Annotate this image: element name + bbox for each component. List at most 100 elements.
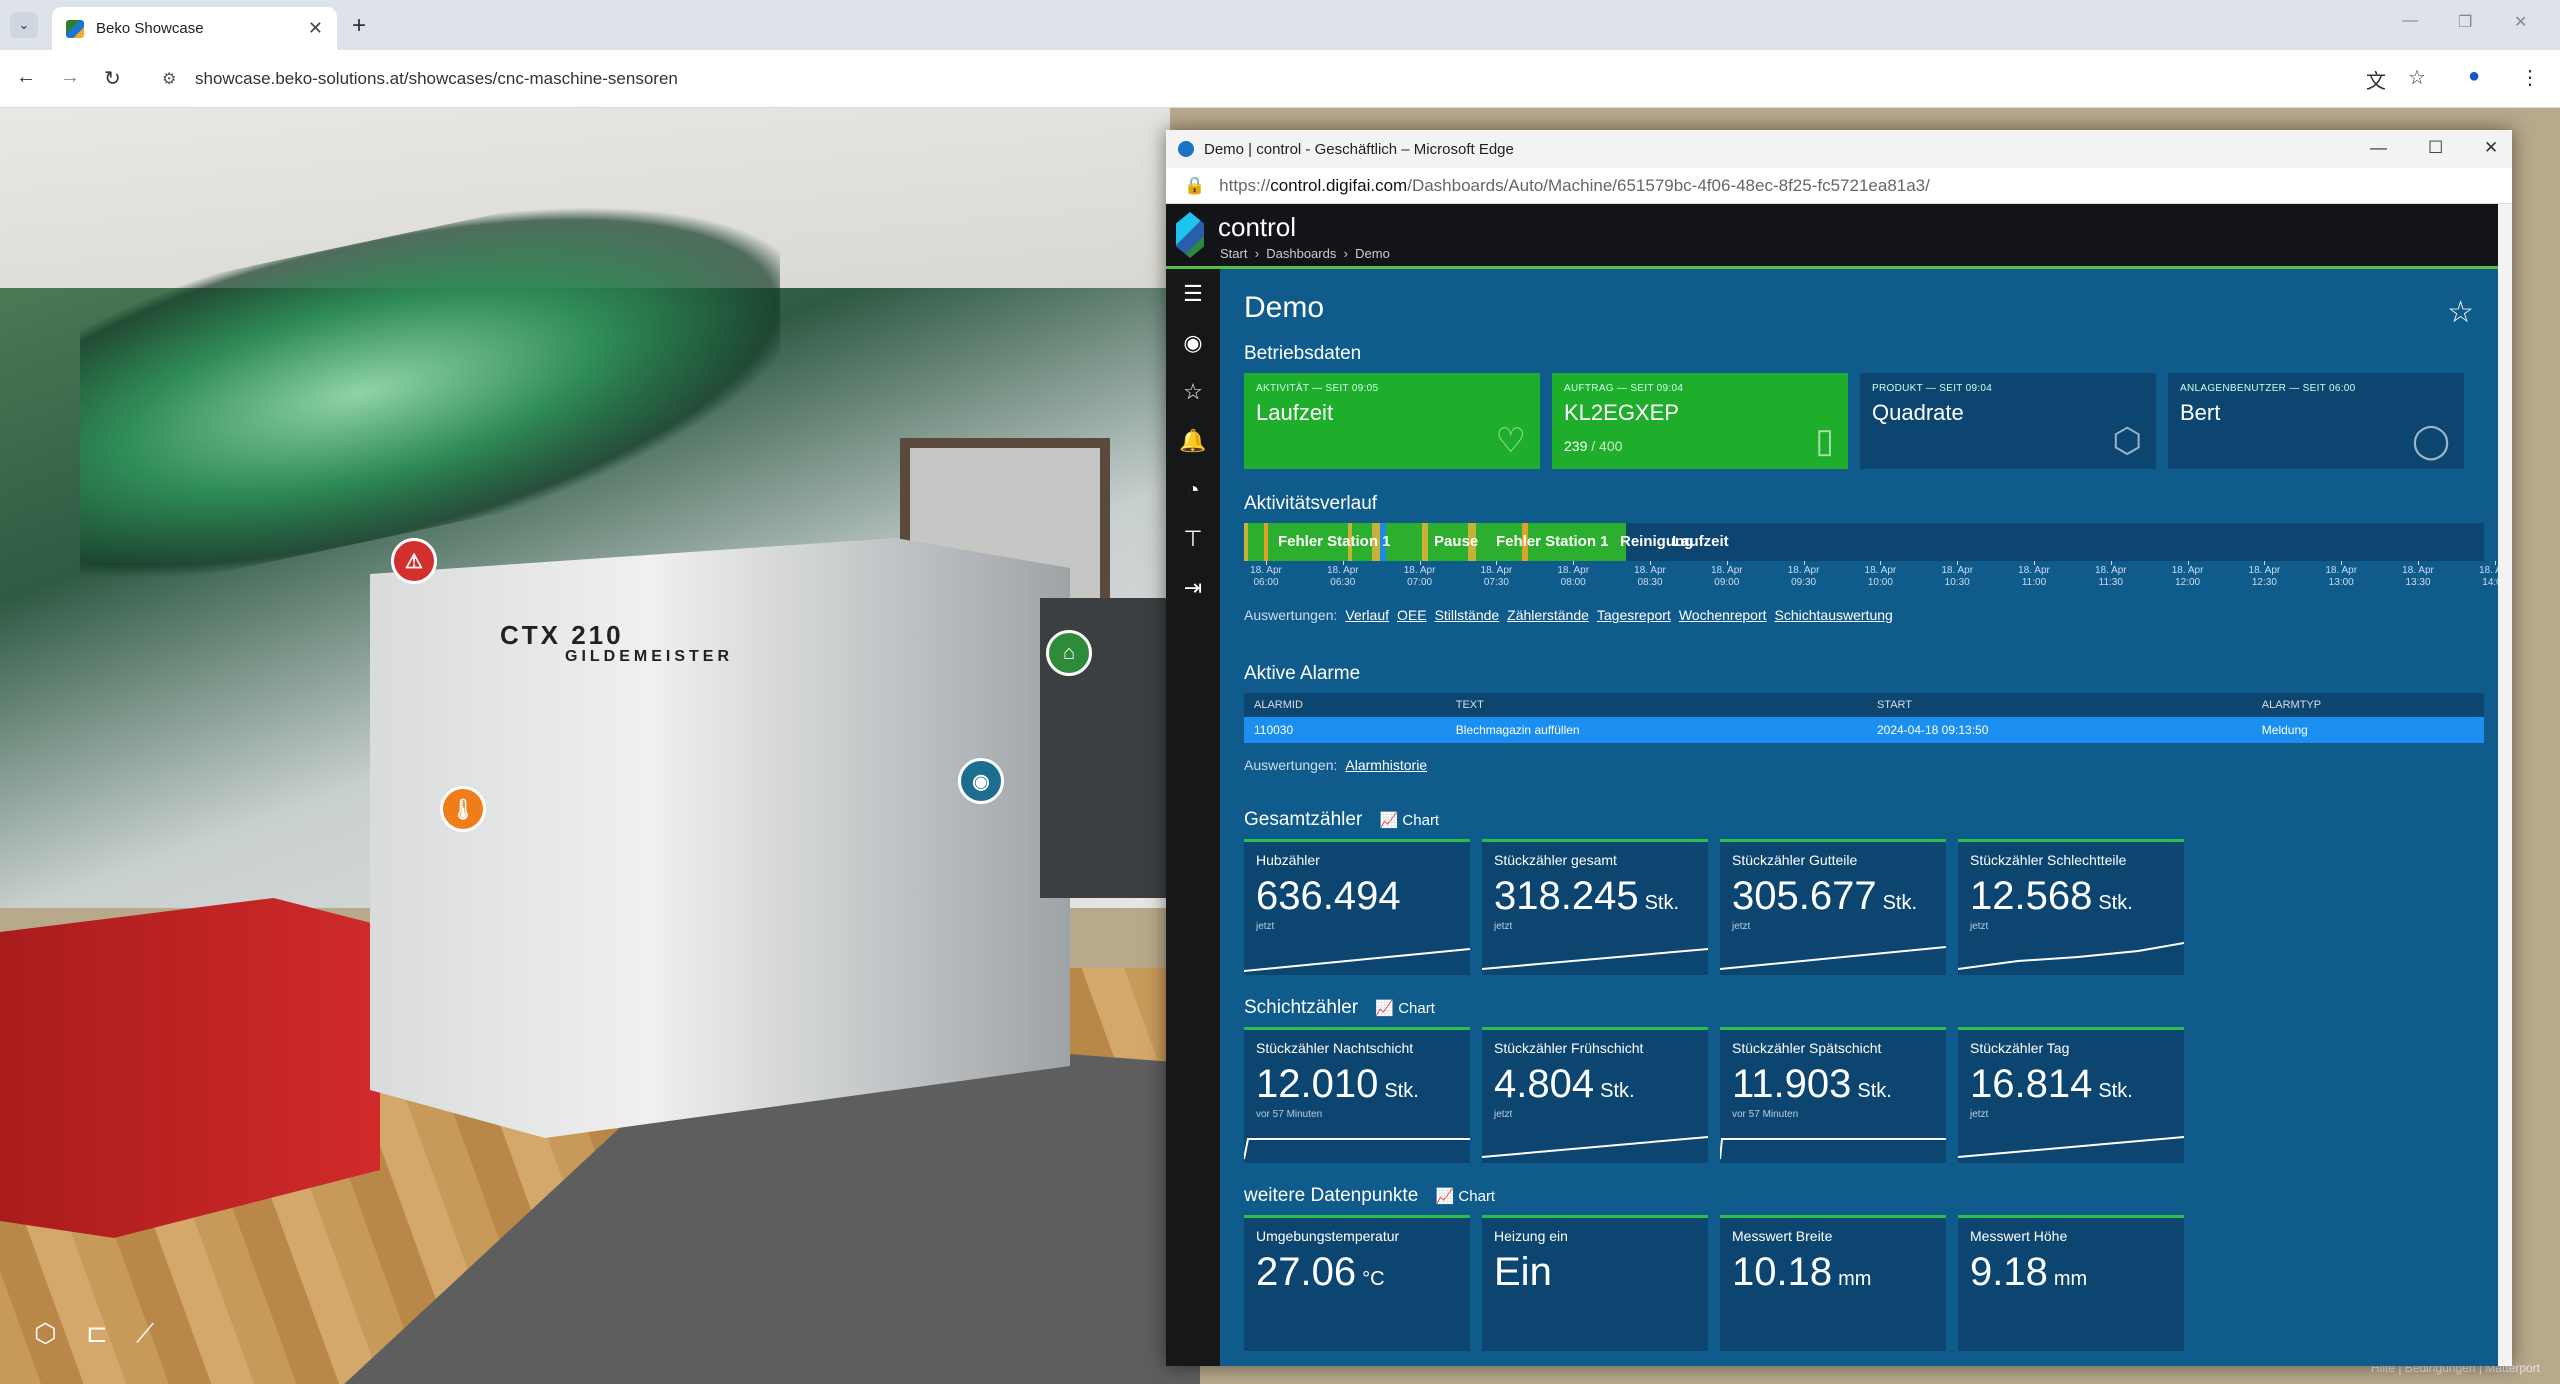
counter-tile[interactable]: Heizung ein Ein bbox=[1482, 1215, 1708, 1351]
counter-tile[interactable]: Hubzähler 636.494 jetzt bbox=[1244, 839, 1470, 975]
counter-tile[interactable]: Stückzähler Frühschicht 4.804 Stk. jetzt bbox=[1482, 1027, 1708, 1163]
tile-number: 10.18 bbox=[1732, 1250, 1833, 1294]
translate-icon[interactable]: 文 bbox=[2366, 65, 2386, 94]
sparkline-path bbox=[1958, 942, 2184, 970]
weitere-chart-link[interactable]: 📈 Chart bbox=[1436, 1188, 1496, 1205]
counter-tile[interactable]: Stückzähler Tag 16.814 Stk. jetzt bbox=[1958, 1027, 2184, 1163]
home-hotspot-icon[interactable]: ⌂ bbox=[1046, 630, 1092, 676]
sparkline-path bbox=[1482, 1136, 1708, 1158]
tool-icon[interactable]: ⊤ bbox=[1166, 514, 1220, 563]
restore-icon[interactable]: ❐ bbox=[2458, 12, 2472, 32]
tick-date: 18. Apr bbox=[1710, 565, 1743, 576]
activity-link[interactable]: Schichtauswertung bbox=[1775, 607, 1893, 623]
activity-link[interactable]: OEE bbox=[1397, 607, 1427, 623]
cnc-machine bbox=[370, 538, 1070, 1138]
edge-maximize-icon[interactable]: ☐ bbox=[2428, 138, 2443, 158]
page-title: Demo bbox=[1244, 291, 1325, 324]
tile-value: 12.568 Stk. bbox=[1970, 874, 2172, 919]
warning-hotspot-icon[interactable]: ⚠ bbox=[391, 538, 437, 584]
counter-tile[interactable]: Stückzähler Spätschicht 11.903 Stk. vor 57 … bbox=[1720, 1027, 1946, 1163]
timeline-tick: 18. Apr 11:30 bbox=[2091, 561, 2131, 589]
gesamt-tiles: Hubzähler 636.494 jetzt Stückzähler gesamt 3… bbox=[1244, 839, 2484, 975]
address-bar[interactable]: ⚙ showcase.beko-solutions.at/showcases/c… bbox=[150, 59, 2350, 99]
tile-number: 318.245 bbox=[1494, 874, 1639, 918]
counter-tile[interactable]: Stückzähler gesamt 318.245 Stk. jetzt bbox=[1482, 839, 1708, 975]
activity-label: Auswertungen: bbox=[1244, 607, 1338, 623]
site-info-icon[interactable]: ⚙ bbox=[162, 69, 176, 89]
alarms-table: ALARMID TEXT START ALARMTYP 110030 Blechmaga… bbox=[1244, 693, 2484, 743]
counter-tile[interactable]: Messwert Breite 10.18 mm bbox=[1720, 1215, 1946, 1351]
alarm-column-header[interactable]: ALARMTYP bbox=[2251, 693, 2484, 717]
breadcrumb-dashboards[interactable]: Dashboards bbox=[1266, 246, 1336, 261]
gesamt-chart-link[interactable]: 📈 Chart bbox=[1380, 812, 1440, 829]
measure-icon[interactable]: ⟋ bbox=[136, 1318, 154, 1350]
new-tab-button[interactable]: + bbox=[352, 12, 366, 40]
floorplan-icon[interactable]: ⊏ bbox=[86, 1318, 108, 1349]
kpi-row: AKTIVITÄT — SEIT 09:05 Laufzeit ♡ AUFTRAG —… bbox=[1244, 373, 2484, 469]
control-logo-icon bbox=[1176, 212, 1204, 258]
alarm-row[interactable]: 110030 Blechmagazin auffüllen 2024-04-18 0… bbox=[1244, 717, 2484, 743]
activity-timeline[interactable]: Fehler Station 1 Pause Fehler Station 1 Rei… bbox=[1244, 523, 2484, 561]
schicht-chart-link[interactable]: 📈 Chart bbox=[1375, 1000, 1435, 1017]
reload-icon[interactable]: ↻ bbox=[104, 66, 121, 91]
close-window-icon[interactable]: ✕ bbox=[2514, 12, 2527, 32]
menu-icon[interactable]: ⋮ bbox=[2520, 65, 2540, 90]
temperature-hotspot-icon[interactable]: 🌡 bbox=[440, 786, 486, 832]
eye-icon[interactable]: ◉ bbox=[1166, 318, 1220, 367]
back-icon[interactable]: ← bbox=[16, 66, 36, 89]
activity-link[interactable]: Verlauf bbox=[1345, 607, 1389, 623]
alarm-link[interactable]: Alarmhistorie bbox=[1345, 757, 1427, 773]
bookmark-star-icon[interactable]: ☆ bbox=[2408, 65, 2426, 90]
counter-tile[interactable]: Umgebungstemperatur 27.06 °C bbox=[1244, 1215, 1470, 1351]
kpi-card: AKTIVITÄT — SEIT 09:05 Laufzeit ♡ bbox=[1244, 373, 1540, 469]
edge-minimize-icon[interactable]: — bbox=[2370, 138, 2387, 158]
alarm-column-header[interactable]: ALARMID bbox=[1244, 693, 1446, 717]
alarms-header-row: ALARMID TEXT START ALARMTYP bbox=[1244, 693, 2484, 717]
counter-tile[interactable]: Stückzähler Schlechtteile 12.568 Stk. jetzt bbox=[1958, 839, 2184, 975]
bell-icon[interactable]: 🔔 bbox=[1166, 416, 1220, 465]
dollhouse-icon[interactable]: ⬡ bbox=[34, 1318, 57, 1349]
schicht-title: Schichtzähler bbox=[1244, 997, 1359, 1018]
tile-number: 305.677 bbox=[1732, 874, 1877, 918]
tab-search-button[interactable]: ⌄ bbox=[10, 12, 38, 38]
tick-date: 18. Apr bbox=[2478, 565, 2498, 576]
sparkline bbox=[1958, 1136, 2184, 1158]
profile-icon[interactable]: ● bbox=[2468, 65, 2480, 88]
hamburger-icon[interactable]: ☰ bbox=[1166, 269, 1220, 318]
tile-caption: Stückzähler Nachtschicht bbox=[1256, 1040, 1414, 1056]
star-icon[interactable]: ☆ bbox=[1166, 367, 1220, 416]
counter-tile[interactable]: Stückzähler Nachtschicht 12.010 Stk. vor 57… bbox=[1244, 1027, 1470, 1163]
counter-tile[interactable]: Messwert Höhe 9.18 mm bbox=[1958, 1215, 2184, 1351]
activity-link[interactable]: Zählerstände bbox=[1507, 607, 1589, 623]
close-tab-icon[interactable]: ✕ bbox=[308, 18, 323, 39]
schicht-chart-label: Chart bbox=[1398, 1000, 1435, 1017]
eye-hotspot-icon[interactable]: ◉ bbox=[958, 758, 1004, 804]
alarm-links: Auswertungen: Alarmhistorie bbox=[1244, 757, 2484, 773]
alarm-column-header[interactable]: START bbox=[1866, 693, 2252, 717]
forward-icon[interactable]: → bbox=[60, 66, 80, 89]
pie-chart-icon[interactable]: ◔ bbox=[1166, 465, 1220, 514]
activity-link[interactable]: Stillstände bbox=[1435, 607, 1500, 623]
sparkline bbox=[1482, 1136, 1708, 1158]
counter-tile[interactable]: Stückzähler Gutteile 305.677 Stk. jetzt bbox=[1720, 839, 1946, 975]
tile-unit: Stk. bbox=[1857, 1080, 1892, 1102]
kpi-value: Laufzeit bbox=[1256, 400, 1334, 425]
timeline-tick: 18. Apr 12:00 bbox=[2168, 561, 2208, 589]
tile-number: 636.494 bbox=[1256, 874, 1401, 918]
tick-date: 18. Apr bbox=[1250, 565, 1282, 576]
edge-close-icon[interactable]: ✕ bbox=[2484, 138, 2498, 158]
breadcrumb-start[interactable]: Start bbox=[1220, 246, 1247, 261]
logout-icon[interactable]: ⇥ bbox=[1166, 563, 1220, 612]
edge-address-bar[interactable]: 🔒 https://control.digifai.com/Dashboards… bbox=[1166, 168, 2512, 204]
tick-date: 18. Apr bbox=[1326, 565, 1359, 576]
tile-unit: Stk. bbox=[1384, 1080, 1419, 1102]
activity-link[interactable]: Wochenreport bbox=[1679, 607, 1767, 623]
tile-value: Ein bbox=[1494, 1250, 1696, 1295]
browser-tab[interactable]: Beko Showcase ✕ bbox=[52, 7, 337, 50]
activity-links: Auswertungen: Verlauf OEE Stillstände Zähler… bbox=[1244, 607, 2484, 623]
alarm-column-header[interactable]: TEXT bbox=[1445, 693, 1867, 717]
tile-caption: Stückzähler Frühschicht bbox=[1494, 1040, 1644, 1056]
favorite-star-icon[interactable]: ☆ bbox=[2447, 295, 2474, 330]
activity-link[interactable]: Tagesreport bbox=[1597, 607, 1671, 623]
minimize-icon[interactable]: — bbox=[2402, 12, 2418, 30]
